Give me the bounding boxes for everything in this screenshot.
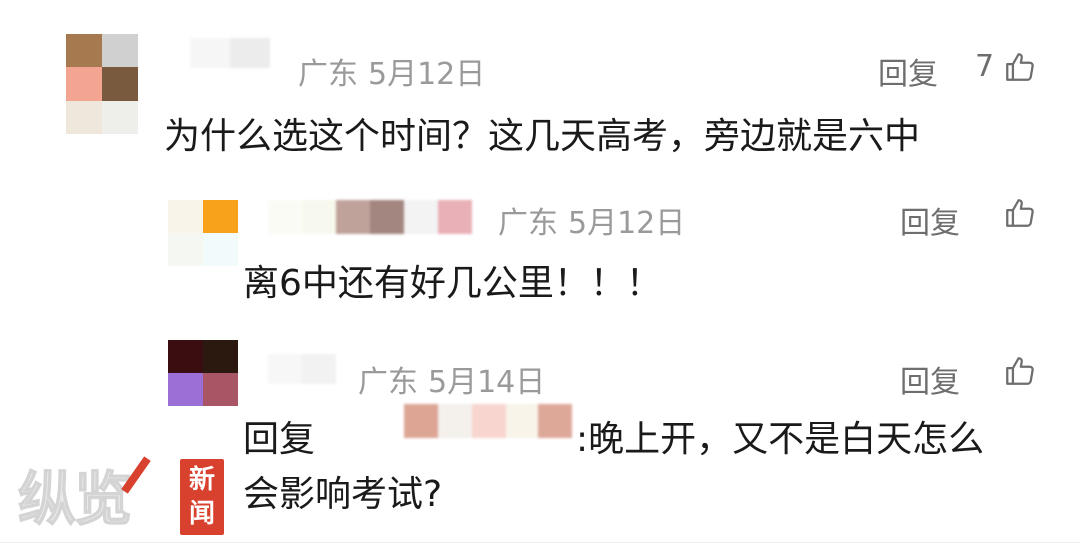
news-badge-line1: 新 xyxy=(188,465,215,495)
comment-location: 广东 xyxy=(298,57,358,92)
comment-location: 广东 xyxy=(358,365,418,400)
comment-text-line2: 会影响考试? xyxy=(243,474,443,515)
comment-date: 5月12日 xyxy=(368,57,486,92)
watermark-logo: 纵览 xyxy=(17,464,133,534)
thumbs-up-icon[interactable] xyxy=(1003,50,1037,84)
thumbs-up-icon[interactable] xyxy=(1003,354,1037,388)
comment-location: 广东 xyxy=(498,206,558,241)
comment-text: :晚上开，又不是白天怎么 xyxy=(576,419,985,460)
comment-text: 为什么选这个时间？这几天高考，旁边就是六中 xyxy=(164,116,921,157)
mentioned-username-blurred[interactable] xyxy=(404,404,572,438)
like-count: 7 xyxy=(975,49,995,84)
comment-text: 离6中还有好几公里！！！ xyxy=(243,263,662,304)
thumbs-up-icon[interactable] xyxy=(1003,196,1037,230)
reply-button[interactable]: 回复 xyxy=(900,357,960,401)
reply-button[interactable]: 回复 xyxy=(878,49,938,93)
news-badge: 新 闻 xyxy=(180,459,224,535)
username-blurred[interactable] xyxy=(268,200,474,234)
username-blurred[interactable] xyxy=(190,38,270,68)
reply-prefix: 回复 xyxy=(243,419,316,460)
news-badge-line2: 闻 xyxy=(188,499,215,529)
username-blurred[interactable] xyxy=(268,354,336,384)
bottom-divider xyxy=(0,542,1080,543)
avatar[interactable] xyxy=(168,200,238,266)
avatar[interactable] xyxy=(168,340,238,406)
reply-button[interactable]: 回复 xyxy=(900,198,960,242)
comment-date: 5月12日 xyxy=(568,206,686,241)
comment-date: 5月14日 xyxy=(428,365,546,400)
avatar[interactable] xyxy=(66,34,138,134)
